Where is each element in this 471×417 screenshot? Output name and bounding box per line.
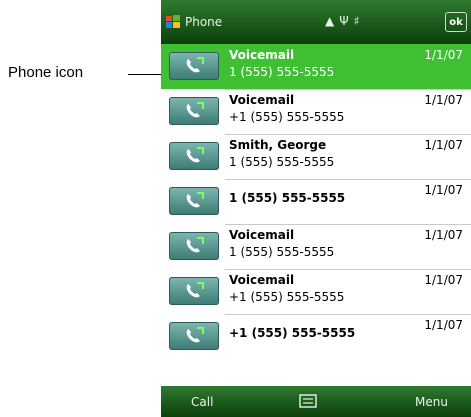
menu-softkey[interactable]: Menu [415,395,448,409]
handset-icon [186,102,204,118]
handset-icon [186,327,204,343]
handset-icon [186,192,204,208]
phone-icon[interactable] [169,187,219,215]
caller-name: Voicemail [229,93,295,107]
caller-number: +1 (555) 555-5555 [229,110,345,124]
app-title: Phone [185,15,223,29]
call-date: 1/1/07 [424,228,463,242]
call-date: 1/1/07 [424,48,463,62]
call-date: 1/1/07 [424,93,463,107]
call-log-row[interactable]: Voicemail +1 (555) 555-5555 1/1/07 [161,269,471,314]
phone-icon[interactable] [169,97,219,125]
signal-icon[interactable]: ▲ [325,13,334,29]
call-log-row[interactable]: Voicemail +1 (555) 555-5555 1/1/07 [161,89,471,134]
call-log-row[interactable]: Smith, George 1 (555) 555-5555 1/1/07 [161,134,471,179]
phone-icon[interactable] [169,142,219,170]
handset-icon [186,237,204,253]
callout-line [128,74,161,75]
call-log-row[interactable]: +1 (555) 555-5555 1/1/07 [161,314,471,359]
call-log-row[interactable]: 1 (555) 555-5555 1/1/07 [161,179,471,224]
call-date: 1/1/07 [424,318,463,332]
menu-bar: Call Menu [161,386,471,417]
title-bar: Phone ▲ Ψ ♯ ok [161,0,471,44]
caller-name: Voicemail [229,273,295,287]
caller-number: 1 (555) 555-5555 [229,245,335,259]
keyboard-icon[interactable] [299,394,317,408]
caller-number: +1 (555) 555-5555 [229,290,345,304]
call-date: 1/1/07 [424,273,463,287]
phone-icon[interactable] [169,277,219,305]
volume-icon[interactable]: ♯ [354,13,360,29]
caller-name: +1 (555) 555-5555 [229,326,356,340]
ok-button[interactable]: ok [445,12,467,32]
phone-icon[interactable] [169,322,219,350]
caller-number: 1 (555) 555-5555 [229,155,335,169]
caller-name: Voicemail [229,48,295,62]
phone-icon[interactable] [169,232,219,260]
phone-icon[interactable] [169,52,219,80]
caller-name: Voicemail [229,228,295,242]
call-log-row[interactable]: Voicemail 1 (555) 555-5555 1/1/07 [161,224,471,269]
antenna-icon[interactable]: Ψ [339,13,348,29]
handset-icon [186,282,204,298]
call-log-row[interactable]: Voicemail 1 (555) 555-5555 1/1/07 [161,44,471,89]
callout-label: Phone icon [8,64,84,81]
call-softkey[interactable]: Call [191,395,213,409]
handset-icon [186,147,204,163]
call-date: 1/1/07 [424,138,463,152]
windows-logo-icon[interactable] [165,14,181,30]
caller-number: 1 (555) 555-5555 [229,65,335,79]
caller-name: Smith, George [229,138,327,152]
caller-name: 1 (555) 555-5555 [229,191,346,205]
handset-icon [186,57,204,73]
phone-screen: Phone ▲ Ψ ♯ ok Voicemail 1 (555) 555-5555… [161,0,471,417]
call-date: 1/1/07 [424,183,463,197]
